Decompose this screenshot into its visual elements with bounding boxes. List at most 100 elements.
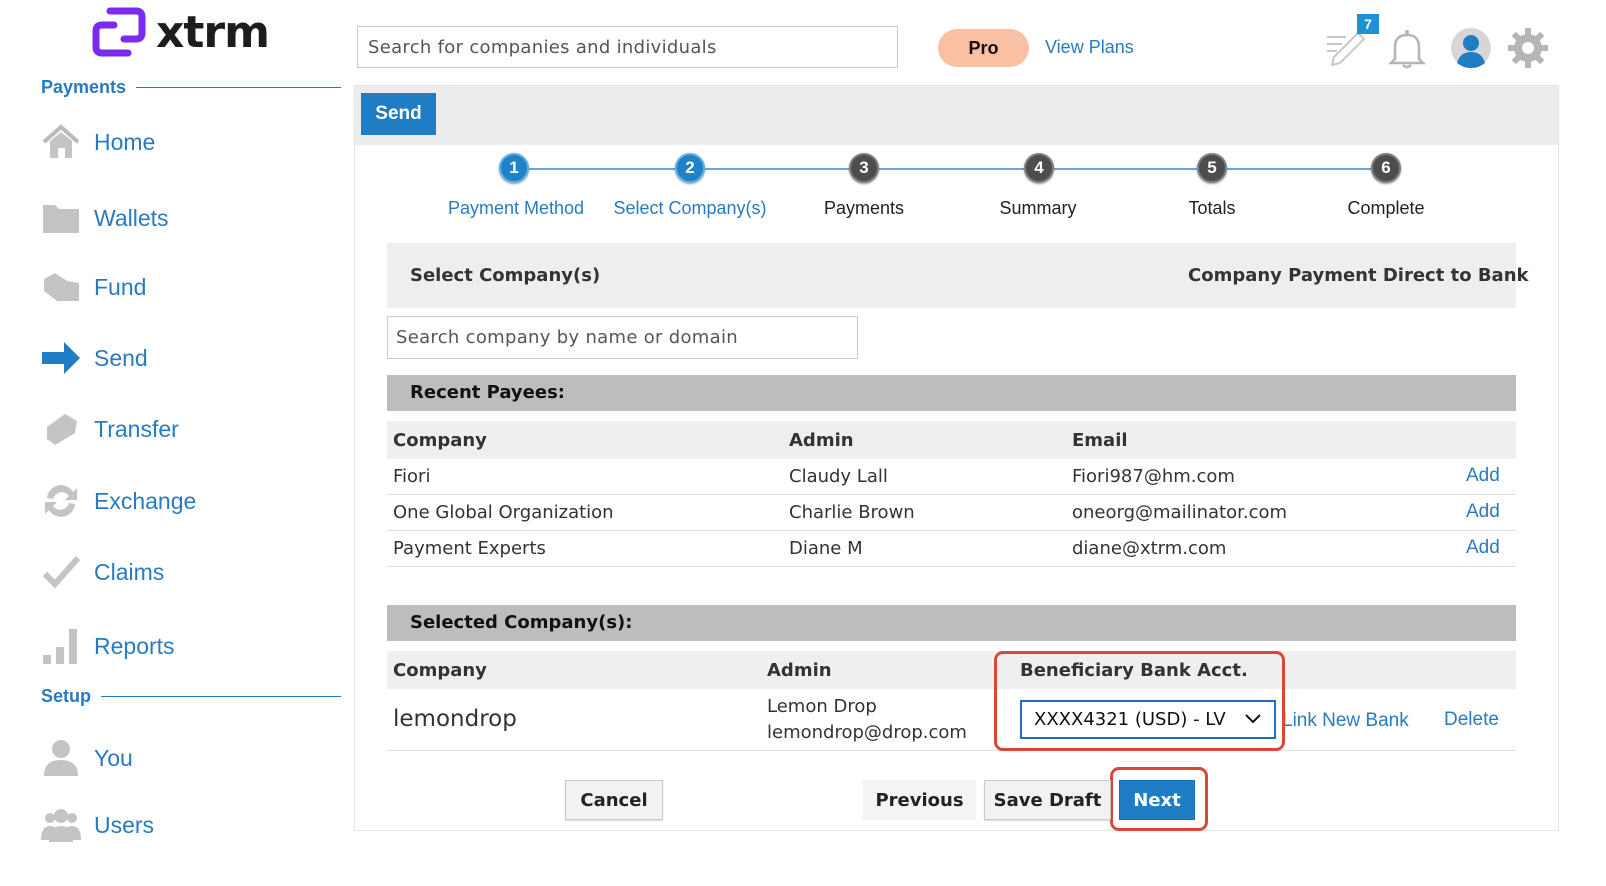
- step-4-circle: 4: [1024, 153, 1054, 183]
- step-6-circle: 6: [1371, 153, 1401, 183]
- step-2-label[interactable]: Select Company(s): [600, 198, 780, 219]
- add-payee-button[interactable]: Add: [1466, 501, 1500, 523]
- row-divider: [387, 566, 1516, 567]
- sidebar-item-label: You: [94, 744, 133, 771]
- recent-payees-title: Recent Payees:: [410, 382, 565, 403]
- xtrm-logo[interactable]: xtrm: [90, 4, 290, 60]
- notifications-button[interactable]: [1386, 26, 1428, 70]
- sidebar-item-claims[interactable]: Claims: [40, 549, 340, 595]
- previous-button[interactable]: Previous: [863, 780, 976, 820]
- recent-row-2-email: oneorg@mailinator.com: [1072, 502, 1288, 523]
- payment-mode-label: Company Payment Direct to Bank: [1188, 265, 1529, 286]
- sidebar-item-send[interactable]: Send: [40, 335, 340, 381]
- sidebar-item-fund[interactable]: Fund: [40, 264, 340, 310]
- sidebar-item-transfer[interactable]: Transfer: [40, 406, 340, 452]
- add-payee-button[interactable]: Add: [1466, 537, 1500, 559]
- selected-admin-name: Lemon Drop: [767, 696, 877, 717]
- sidebar-item-label: Reports: [94, 632, 175, 659]
- transfer-icon: [40, 409, 82, 449]
- recent-payees-table-header: [387, 421, 1516, 459]
- step-1-label[interactable]: Payment Method: [426, 198, 606, 219]
- app-name: xtrm: [156, 6, 270, 58]
- sidebar-item-home[interactable]: Home: [40, 119, 340, 165]
- setup-section-heading: Setup: [41, 686, 341, 707]
- selected-table-header: [387, 651, 1516, 689]
- step-2-circle[interactable]: 2: [675, 153, 705, 183]
- step-5-circle: 5: [1197, 153, 1227, 183]
- payments-heading-label: Payments: [41, 77, 127, 97]
- column-header-admin: Admin: [789, 430, 854, 451]
- sidebar-item-wallets[interactable]: Wallets: [40, 195, 340, 241]
- send-tab[interactable]: Send: [361, 93, 436, 135]
- bank-account-highlight: [994, 651, 1285, 751]
- selected-companies-band: Selected Company(s):: [387, 605, 1516, 641]
- step-3-circle: 3: [849, 153, 879, 183]
- sidebar-item-label: Fund: [94, 273, 147, 300]
- payments-section-heading: Payments: [41, 77, 341, 98]
- fund-icon: [40, 267, 82, 307]
- step-6-label: Complete: [1347, 198, 1425, 218]
- profile-button[interactable]: [1449, 26, 1493, 70]
- recent-row-2-admin: Charlie Brown: [789, 502, 915, 523]
- row-divider: [387, 750, 1516, 751]
- pro-badge[interactable]: Pro: [938, 29, 1029, 67]
- sidebar-item-you[interactable]: You: [40, 735, 340, 781]
- recent-row-1-email: Fiori987@hm.com: [1072, 466, 1235, 487]
- home-icon: [40, 122, 82, 162]
- sidebar-item-label: Claims: [94, 558, 165, 585]
- company-search-input[interactable]: [387, 316, 858, 359]
- recent-row-3-email: diane@xtrm.com: [1072, 538, 1227, 559]
- sidebar-item-label: Transfer: [94, 415, 179, 442]
- add-payee-button[interactable]: Add: [1466, 465, 1500, 487]
- row-divider: [387, 530, 1516, 531]
- column-header-email: Email: [1072, 430, 1128, 451]
- recent-row-3-company: Payment Experts: [393, 538, 546, 559]
- person-icon: [40, 738, 82, 778]
- users-icon: [40, 805, 82, 845]
- stepper-connector: [879, 168, 1024, 170]
- recent-row-2-company: One Global Organization: [393, 502, 614, 523]
- bar-chart-icon: [40, 626, 82, 666]
- column-header-company: Company: [393, 660, 487, 681]
- send-tab-bar: [355, 86, 1558, 145]
- notes-count-badge: 7: [1357, 14, 1379, 34]
- sidebar-item-users[interactable]: Users: [40, 802, 340, 848]
- cancel-button[interactable]: Cancel: [565, 780, 663, 820]
- selected-admin-email: lemondrop@drop.com: [767, 722, 967, 743]
- sidebar-item-reports[interactable]: Reports: [40, 623, 340, 669]
- next-button[interactable]: Next: [1119, 780, 1195, 820]
- sidebar-item-exchange[interactable]: Exchange: [40, 478, 340, 524]
- exchange-icon: [40, 481, 82, 521]
- delete-company-button[interactable]: Delete: [1444, 709, 1499, 731]
- column-header-admin: Admin: [767, 660, 832, 681]
- column-header-company: Company: [393, 430, 487, 451]
- select-company-title: Select Company(s): [410, 265, 601, 286]
- send-arrow-icon: [40, 338, 82, 378]
- recent-row-1-company: Fiori: [393, 466, 431, 487]
- step-5-label: Totals: [1188, 198, 1236, 218]
- sidebar-item-label: Send: [94, 344, 148, 371]
- stepper-connector: [1227, 168, 1371, 170]
- recent-row-3-admin: Diane M: [789, 538, 863, 559]
- xtrm-logo-icon: [92, 7, 146, 57]
- settings-button[interactable]: [1506, 26, 1550, 70]
- view-plans-link[interactable]: View Plans: [1045, 37, 1134, 58]
- recent-payees-band: Recent Payees:: [387, 375, 1516, 411]
- row-divider: [387, 494, 1516, 495]
- stepper-connector: [529, 168, 675, 170]
- stepper-connector: [705, 168, 849, 170]
- step-3-label: Payments: [823, 198, 905, 218]
- selected-companies-title: Selected Company(s):: [410, 612, 633, 633]
- link-new-bank-button[interactable]: Link New Bank: [1282, 710, 1409, 732]
- stepper-connector: [1054, 168, 1197, 170]
- sidebar-item-label: Wallets: [94, 204, 169, 231]
- step-1-circle[interactable]: 1: [499, 153, 529, 183]
- save-draft-button[interactable]: Save Draft: [984, 780, 1111, 820]
- step-4-label: Summary: [999, 198, 1077, 218]
- global-search-input[interactable]: [357, 26, 898, 68]
- sidebar-item-label: Home: [94, 128, 156, 155]
- folder-icon: [40, 198, 82, 238]
- bell-icon: [1388, 30, 1426, 69]
- recent-row-1-admin: Claudy Lall: [789, 466, 888, 487]
- selected-company-name: lemondrop: [393, 706, 517, 732]
